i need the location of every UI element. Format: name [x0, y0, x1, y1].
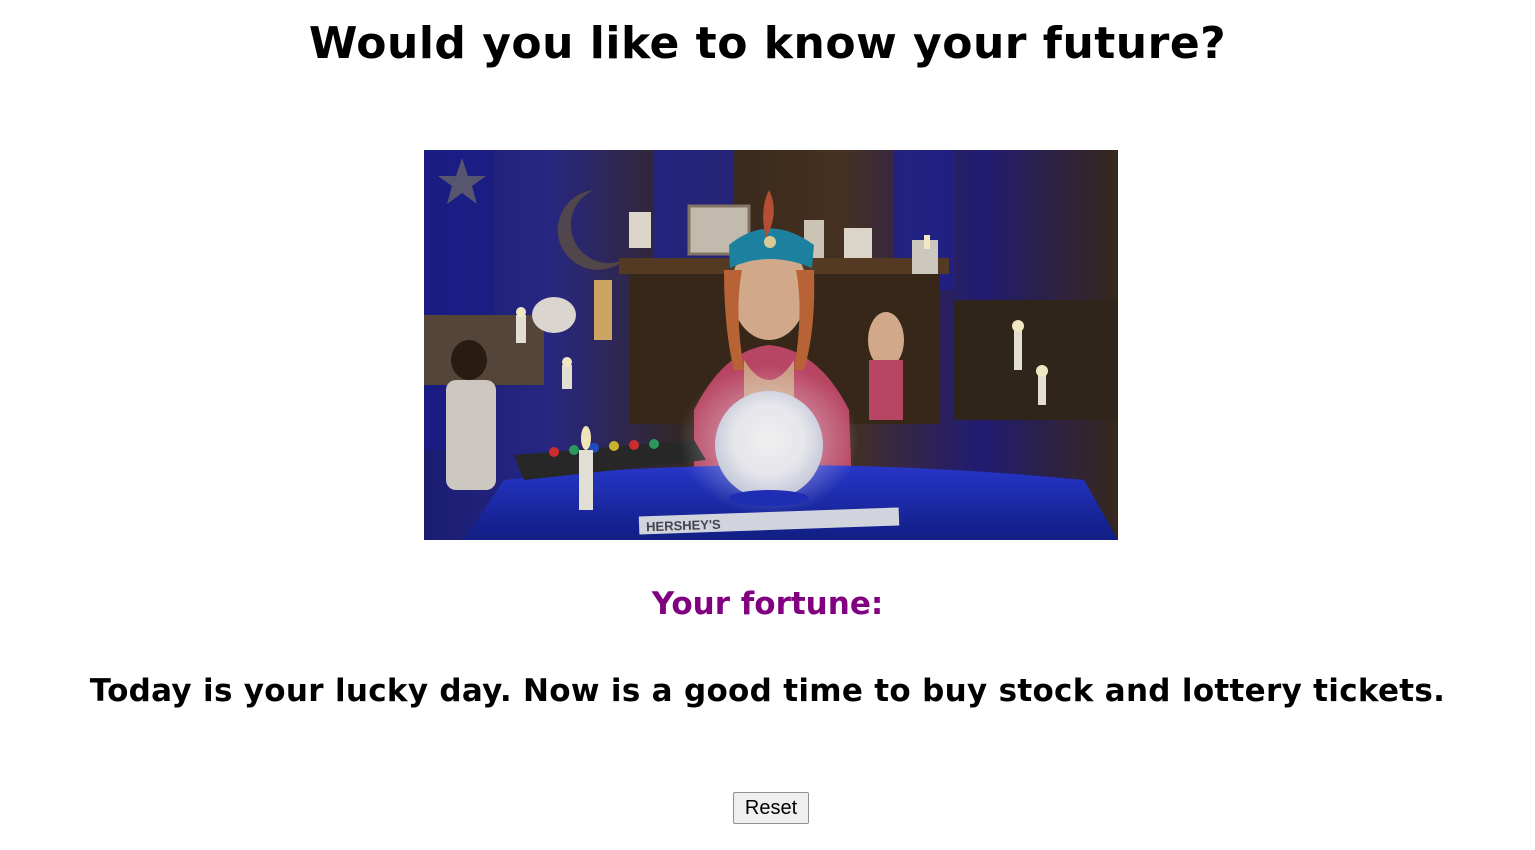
fortune-label: Your fortune: — [651, 586, 884, 622]
page-heading: Would you like to know your future? — [308, 18, 1227, 69]
fortune-teller-image: HERSHEY'S — [424, 150, 1118, 540]
reset-button[interactable]: Reset — [733, 792, 809, 824]
fortune-text: Today is your lucky day. Now is a good t… — [89, 673, 1446, 709]
